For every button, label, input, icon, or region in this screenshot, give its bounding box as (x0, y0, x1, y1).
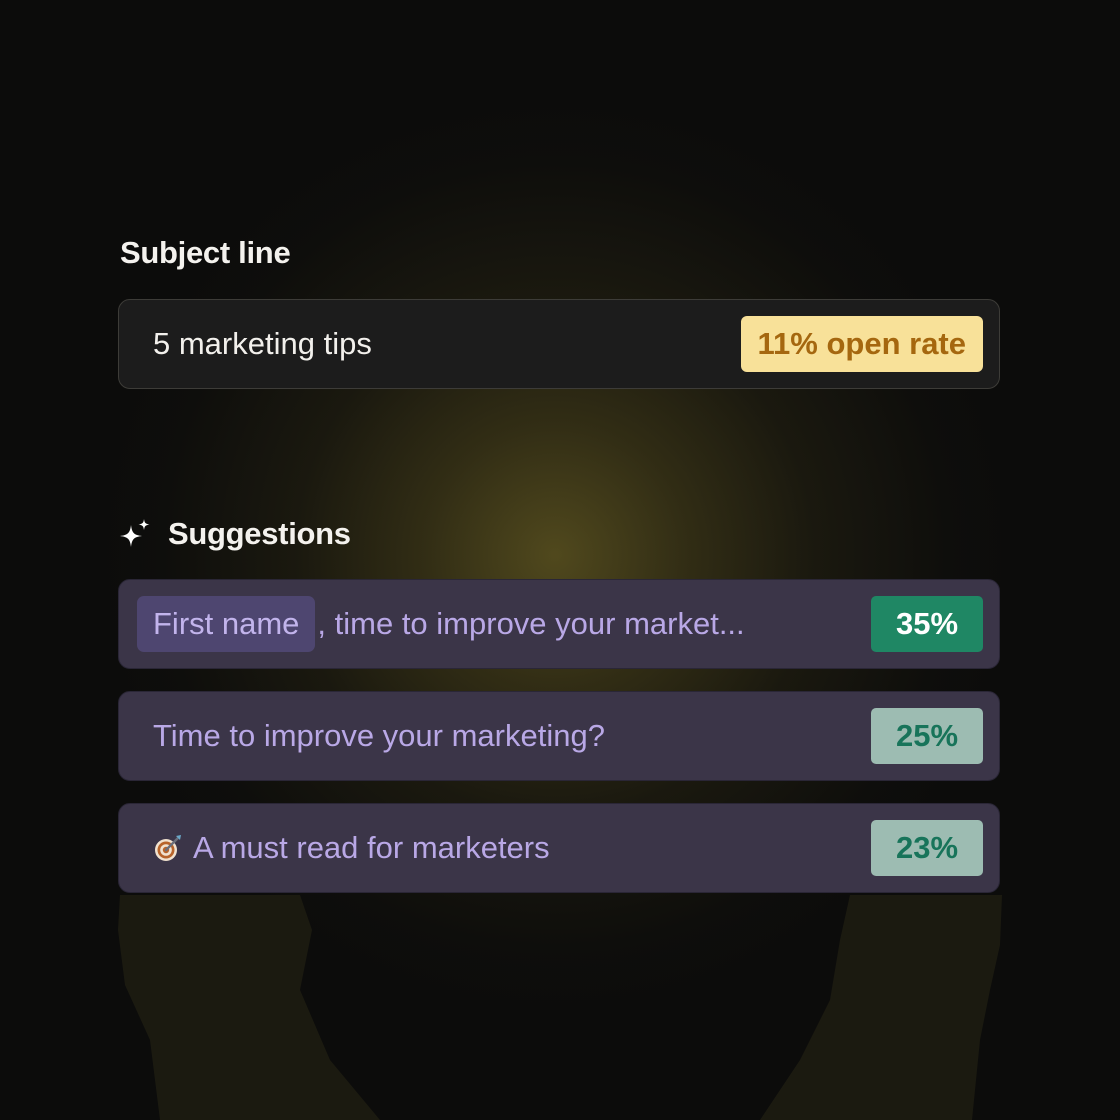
suggestion-item[interactable]: First name , time to improve your market… (118, 579, 1000, 669)
suggestions-label: Suggestions (168, 516, 351, 551)
suggestion-text: Time to improve your marketing? (153, 718, 605, 753)
open-rate-badge: 11% open rate (740, 316, 983, 372)
suggestion-text-wrapper: A must read for marketers (153, 830, 871, 866)
first-name-token[interactable]: First name (137, 596, 316, 652)
open-rate-percentage-badge: 23% (871, 820, 983, 876)
subject-line-field[interactable]: 5 marketing tips 11% open rate (118, 299, 1000, 389)
suggestion-text: A must read for marketers (193, 830, 550, 865)
open-rate-percentage-badge: 35% (871, 596, 983, 652)
subject-line-label: Subject line (120, 235, 291, 270)
dart-icon (155, 835, 181, 861)
background-hands-illustration (118, 895, 1002, 1120)
suggestion-item[interactable]: A must read for marketers 23% (118, 803, 1000, 893)
suggestion-text-rest: , time to improve your market... (317, 606, 745, 641)
open-rate-percentage-badge: 25% (871, 708, 983, 764)
suggestion-item[interactable]: Time to improve your marketing? 25% (118, 691, 1000, 781)
suggestions-header: Suggestions (118, 514, 351, 554)
subject-line-value: 5 marketing tips (153, 326, 372, 361)
sparkle-icon (120, 519, 150, 547)
suggestion-text: First name , time to improve your market… (137, 596, 871, 652)
